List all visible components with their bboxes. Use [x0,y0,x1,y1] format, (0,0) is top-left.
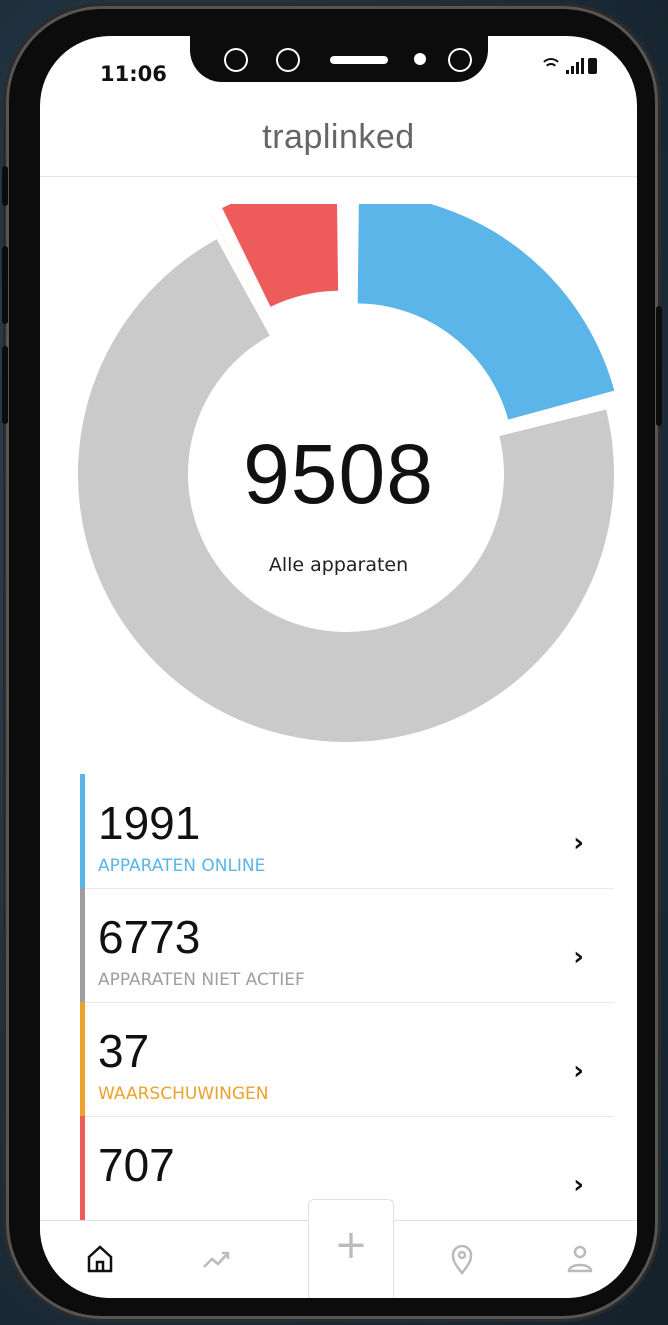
location-pin-icon[interactable] [442,1239,482,1279]
power-button [656,306,662,426]
stat-accent [80,888,85,1002]
mute-switch [2,166,8,206]
wifi-icon [540,58,562,74]
chevron-right-icon: › [573,942,584,972]
stat-value: 707 [98,1139,175,1191]
total-device-label: Alle apparaten [268,554,409,576]
stat-row-online[interactable]: 1991 APPARATEN ONLINE › [80,774,614,889]
trend-icon[interactable] [196,1239,236,1279]
stat-accent [80,774,85,888]
battery-icon [588,58,597,74]
volume-down-button [2,346,8,424]
app-logo: traplinked [262,118,415,156]
stat-label: APPARATEN ONLINE [98,856,266,876]
home-icon[interactable] [80,1239,120,1279]
header-divider [40,176,637,177]
stat-row-warnings[interactable]: 37 WAARSCHUWINGEN › [80,1002,614,1117]
chevron-right-icon: › [573,1056,584,1086]
notch [190,36,488,82]
stat-value: 6773 [98,911,201,963]
add-button[interactable]: + [308,1199,394,1298]
stat-accent [80,1002,85,1116]
stat-value: 37 [98,1025,150,1077]
status-time: 11:06 [100,62,167,86]
plus-icon: + [334,1222,368,1268]
signal-icon [566,58,584,74]
stat-accent [80,1116,85,1230]
donut-slice-0 [357,204,615,420]
chevron-right-icon: › [573,1170,584,1200]
user-icon[interactable] [560,1239,600,1279]
volume-up-button [2,246,8,324]
chevron-right-icon: › [573,828,584,858]
app-screen: 11:06 traplinked 9508 Alle apparaten 199… [40,36,637,1298]
stat-label: APPARATEN NIET ACTIEF [98,970,305,990]
stat-label: WAARSCHUWINGEN [98,1084,269,1104]
bottom-nav: + [40,1199,637,1298]
stat-value: 1991 [98,797,201,849]
phone-frame: 11:06 traplinked 9508 Alle apparaten 199… [2,6,662,1319]
stat-row-inactive[interactable]: 6773 APPARATEN NIET ACTIEF › [80,888,614,1003]
status-icons [540,58,597,74]
total-device-count: 9508 [243,427,434,521]
